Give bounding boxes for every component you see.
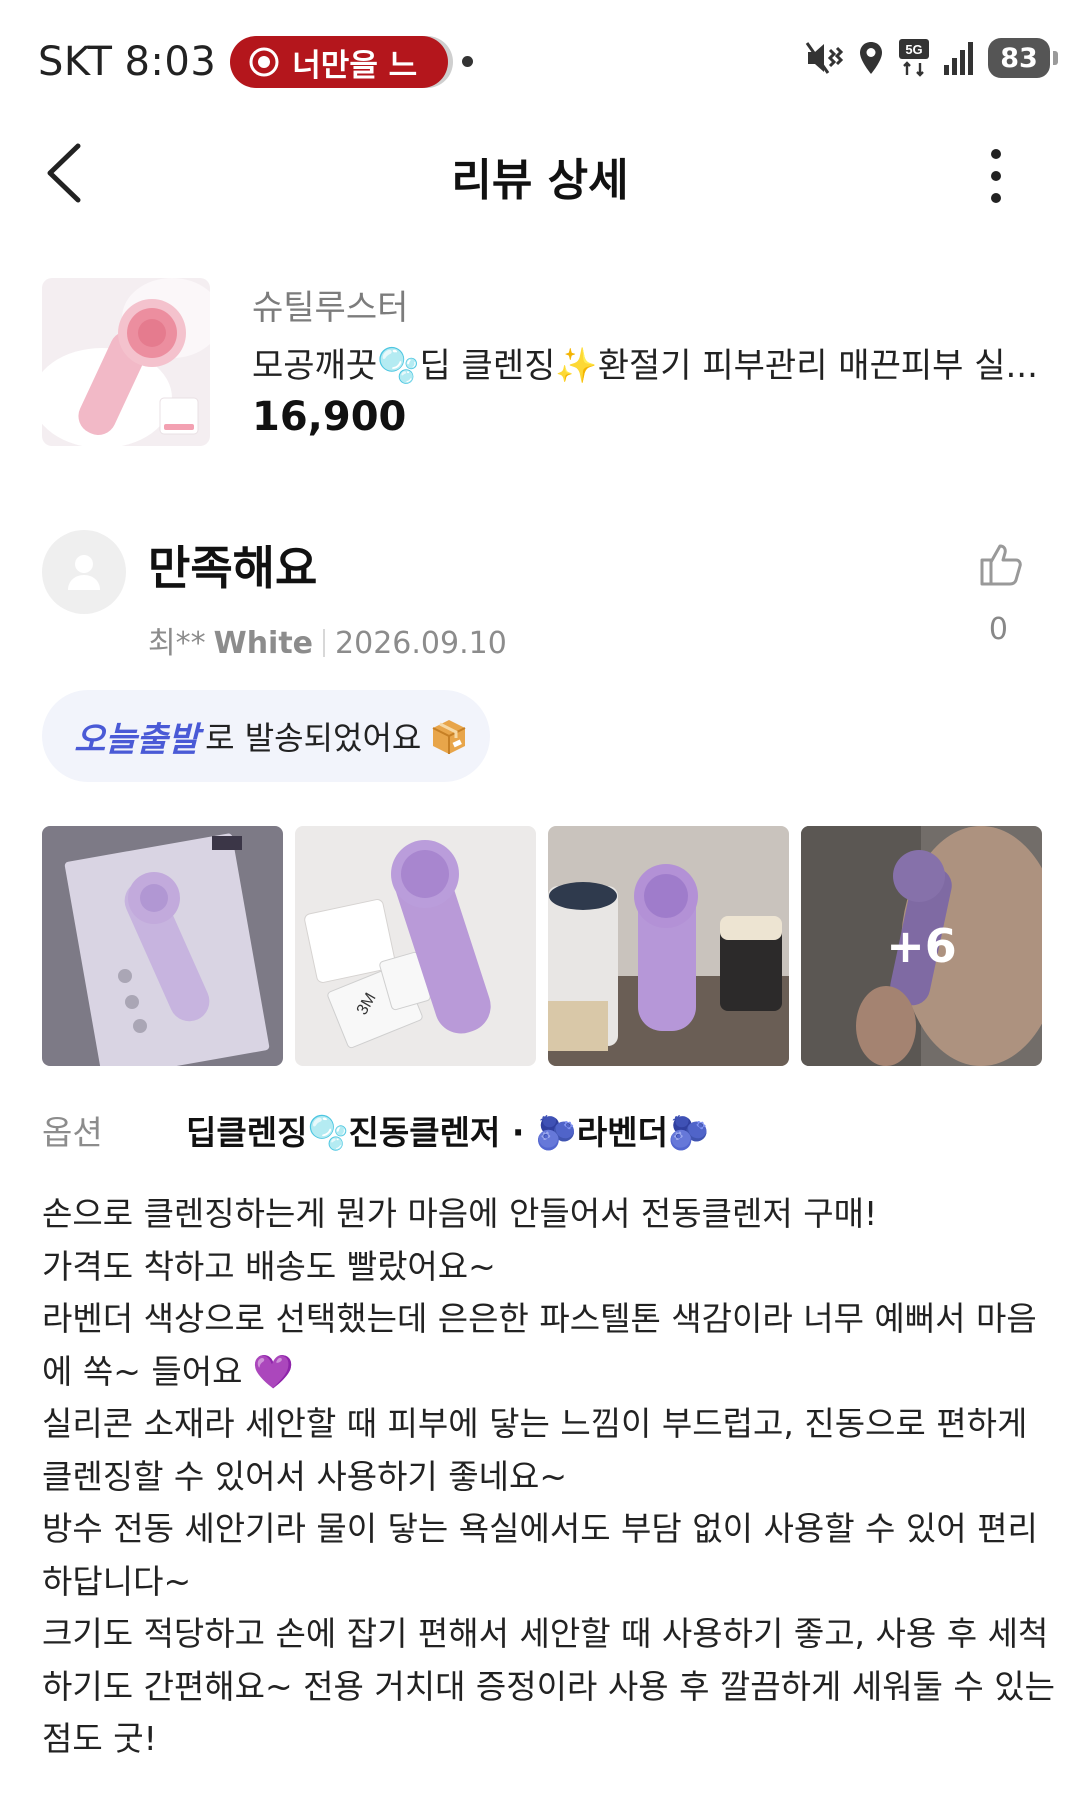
shipping-brand: 오늘출발: [74, 719, 200, 760]
record-icon: [249, 47, 279, 77]
product-thumbnail[interactable]: [42, 278, 210, 446]
like-count: 0: [988, 612, 1008, 647]
status-bar: SKT 8:03 너만을 느 5G 83: [0, 0, 1080, 110]
status-left: SKT 8:03 너만을 느: [38, 36, 449, 88]
review-date: 2026.09.10: [335, 626, 507, 661]
review-text-line: 점도 굿!: [42, 1719, 157, 1758]
status-right: 5G 83: [790, 38, 1058, 78]
user-icon: [68, 555, 100, 590]
option-value: 딥클렌징🫧진동클렌저 · 🫐라벤더🫐: [186, 1113, 710, 1152]
clock: 8:03: [124, 39, 217, 85]
review-text-line: 에 쏙~ 들어요 💜: [42, 1351, 295, 1391]
review-text-line: 크기도 적당하고 손에 잡기 편해서 세안할 때 사용하기 좋고, 사용 후 세…: [42, 1614, 1049, 1653]
review-photo-more[interactable]: +6: [801, 826, 1042, 1066]
shipping-text: 로 발송되었어요: [205, 719, 422, 757]
review-photos: 3M +6: [42, 826, 1042, 1066]
battery-icon: 83: [988, 38, 1058, 78]
location-icon: [860, 42, 882, 74]
svg-text:5G: 5G: [905, 42, 922, 57]
review-text-line: 라벤더 색상으로 선택했는데 은은한 파스텔톤 색감이라 너무 예뻐서 마음: [42, 1299, 1037, 1338]
more-photos-count: +6: [801, 826, 1042, 1066]
reviewer-name: 최**: [148, 626, 206, 661]
screen-record-pill[interactable]: 너만을 느: [230, 36, 449, 88]
product-brand: 슈틸루스터: [252, 288, 409, 328]
divider: [323, 629, 326, 657]
review-photo[interactable]: [42, 826, 283, 1066]
review-text-line: 가격도 착하고 배송도 빨랐어요~: [42, 1246, 496, 1286]
option-label: 옵션: [42, 1113, 103, 1152]
shipping-badge: 오늘출발 로 발송되었어요: [42, 690, 490, 782]
review-photo[interactable]: [548, 826, 789, 1066]
review-text-line: 방수 전동 세안기라 물이 닿는 욕실에서도 부담 없이 사용할 수 있어 편리: [42, 1509, 1038, 1548]
review-text-line: 하답니다~: [42, 1561, 192, 1601]
reviewer-grade: White: [213, 626, 314, 661]
review-text-line: 하기도 간편해요~ 전용 거치대 증정이라 사용 후 깔끔하게 세워둘 수 있는: [42, 1666, 1055, 1706]
more-vertical-icon[interactable]: [984, 146, 1008, 206]
review-text-line: 클렌징할 수 있어서 사용하기 좋네요~: [42, 1456, 568, 1496]
review-text-line: 실리콘 소재라 세안할 때 피부에 닿는 느낌이 부드럽고, 진동으로 편하게: [42, 1404, 1028, 1443]
top-nav: 리뷰 상세: [0, 110, 1080, 240]
thumbs-up-icon[interactable]: [974, 536, 1030, 592]
option-row: 옵션 딥클렌징🫧진동클렌저 · 🫐라벤더🫐: [42, 1102, 1042, 1158]
product-name: 모공깨끗🫧딥 클렌징✨환절기 피부관리 매끈피부 실...: [252, 346, 1038, 386]
recording-label: 너만을 느: [292, 47, 418, 84]
5g-icon: 5G: [899, 39, 929, 77]
package-icon: [432, 720, 466, 754]
carrier-label: SKT: [38, 39, 113, 85]
review-body: 손으로 클렌징하는게 뭔가 마음에 안들어서 전동클렌저 구매! 가격도 착하고…: [42, 1188, 1055, 1766]
signal-icon: [944, 42, 973, 75]
mute-vibrate-icon: [805, 42, 844, 74]
rating-title: 만족해요: [148, 541, 318, 595]
avatar: [42, 530, 126, 614]
notification-dot: [462, 56, 473, 67]
review-text-line: 손으로 클렌징하는게 뭔가 마음에 안들어서 전동클렌저 구매!: [42, 1194, 878, 1233]
review-photo[interactable]: 3M: [295, 826, 536, 1066]
product-card[interactable]: 슈틸루스터 모공깨끗🫧딥 클렌징✨환절기 피부관리 매끈피부 실... 16,9…: [42, 278, 1042, 448]
reviewer-meta: 최** White 2026.09.10: [148, 618, 507, 662]
product-price: 16,900: [252, 394, 407, 440]
page-title: 리뷰 상세: [451, 155, 629, 206]
review-header: 만족해요 최** White 2026.09.10 0: [42, 530, 1042, 670]
